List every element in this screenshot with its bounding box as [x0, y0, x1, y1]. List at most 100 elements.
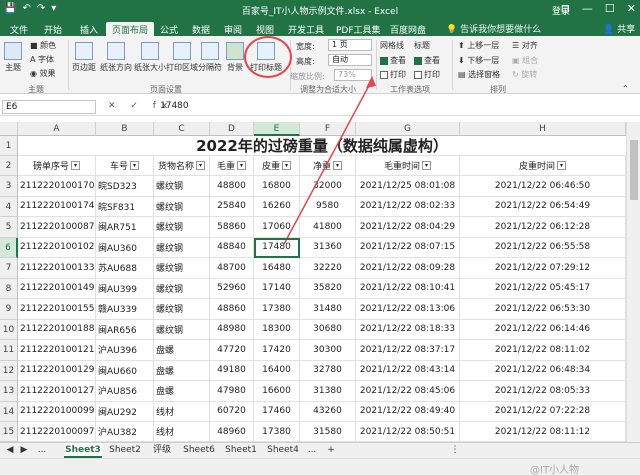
table-cell[interactable]: 17380	[254, 299, 300, 320]
table-cell[interactable]: 螺纹钢	[154, 278, 210, 299]
headings-print-checkbox[interactable]: 打印	[414, 69, 440, 80]
table-cell[interactable]: 皖SF831	[96, 196, 154, 217]
tab-page-layout[interactable]: 页面布局	[106, 22, 155, 36]
table-cell[interactable]: 2112220100127	[18, 381, 96, 402]
filter-dropdown-icon[interactable]: ▾	[130, 161, 139, 170]
column-header-d[interactable]: D	[210, 122, 254, 136]
table-cell[interactable]: 32000	[300, 176, 356, 197]
table-cell[interactable]: 48800	[210, 176, 254, 197]
filter-dropdown-icon[interactable]: ▾	[71, 161, 80, 170]
row-header-9[interactable]: 9	[0, 299, 18, 320]
table-cell[interactable]: 2112220100174	[18, 196, 96, 217]
table-cell[interactable]: 2021/12/22 05:45:17	[460, 278, 626, 299]
table-cell[interactable]: 2112220100097	[18, 422, 96, 442]
row-header-12[interactable]: 12	[0, 360, 18, 381]
table-cell[interactable]: 皖SD323	[96, 176, 154, 197]
filter-dropdown-icon[interactable]: ▾	[333, 161, 342, 170]
prev-sheet-icon[interactable]: ◀	[4, 443, 16, 458]
table-cell[interactable]: 螺纹钢	[154, 237, 210, 258]
header-cell[interactable]: 货物名称 ▾	[154, 156, 210, 176]
table-cell[interactable]: 2021/12/22 06:54:49	[460, 196, 626, 217]
table-cell[interactable]: 赣AU339	[96, 299, 154, 320]
row-header-11[interactable]: 11	[0, 340, 18, 361]
column-header-b[interactable]: B	[96, 122, 154, 136]
orientation-button[interactable]: 纸张方向	[100, 42, 132, 73]
table-cell[interactable]: 2021/12/25 08:01:08	[356, 176, 460, 197]
column-header-h[interactable]: H	[460, 122, 626, 136]
table-cell[interactable]: 2021/12/22 08:05:33	[460, 381, 626, 402]
table-cell[interactable]: 48980	[210, 319, 254, 340]
table-cell[interactable]: 17140	[254, 278, 300, 299]
header-cell[interactable]: 毛重时间 ▾	[356, 156, 460, 176]
table-cell[interactable]: 2021/12/22 06:55:58	[460, 237, 626, 258]
table-cell[interactable]: 60720	[210, 401, 254, 422]
table-cell[interactable]: 2021/12/22 08:45:06	[356, 381, 460, 402]
row-header-3[interactable]: 3	[0, 176, 18, 197]
table-cell[interactable]: 32780	[300, 360, 356, 381]
breaks-button[interactable]: 分隔符	[198, 42, 222, 73]
row-header-10[interactable]: 10	[0, 319, 18, 340]
sheet-tab-rating[interactable]: 评级	[148, 443, 176, 458]
height-dropdown[interactable]: 自动	[328, 54, 372, 66]
row-header-7[interactable]: 7	[0, 258, 18, 279]
table-cell[interactable]: 35820	[300, 278, 356, 299]
table-cell[interactable]: 螺纹钢	[154, 258, 210, 279]
tab-baidu-netdisk[interactable]: 百度网盘	[384, 22, 432, 36]
width-dropdown[interactable]: 1 页	[328, 39, 372, 51]
table-cell[interactable]: 2021/12/22 08:02:33	[356, 196, 460, 217]
background-button[interactable]: 背景	[226, 42, 244, 73]
table-cell[interactable]: 螺纹钢	[154, 196, 210, 217]
sheet-tab-sheet1[interactable]: Sheet1	[222, 443, 260, 458]
table-cell[interactable]: 2021/12/22 08:04:29	[356, 217, 460, 238]
fonts-button[interactable]: A 字体	[30, 54, 54, 65]
column-header-f[interactable]: F	[300, 122, 356, 136]
table-cell[interactable]: 2112220100155	[18, 299, 96, 320]
table-cell[interactable]: 17380	[254, 422, 300, 442]
table-cell[interactable]: 2021/12/22 08:49:40	[356, 401, 460, 422]
align-button[interactable]: ☰ 对齐	[512, 40, 538, 51]
table-cell[interactable]: 32220	[300, 258, 356, 279]
filter-dropdown-icon[interactable]: ▾	[557, 161, 566, 170]
table-cell[interactable]: 2021/12/22 08:43:14	[356, 360, 460, 381]
row-header-8[interactable]: 8	[0, 278, 18, 299]
next-sheet-icon[interactable]: ▶	[18, 443, 30, 458]
table-cell[interactable]: 47720	[210, 340, 254, 361]
add-sheet-icon[interactable]: +	[324, 443, 338, 458]
active-cell[interactable]: 17480	[254, 237, 300, 258]
column-header-c[interactable]: C	[154, 122, 210, 136]
table-cell[interactable]: 沪AU396	[96, 340, 154, 361]
group-button[interactable]: ▣ 组合	[512, 55, 538, 66]
table-cell[interactable]: 48700	[210, 258, 254, 279]
tell-me-search[interactable]: 💡 告诉我你想要做什么	[446, 22, 541, 35]
table-cell[interactable]: 2021/12/22 07:22:28	[460, 401, 626, 422]
minimize-button[interactable]: —	[582, 2, 593, 15]
table-cell[interactable]: 2112220100188	[18, 319, 96, 340]
row-header-6[interactable]: 6	[0, 237, 18, 258]
table-cell[interactable]: 螺纹钢	[154, 176, 210, 197]
table-cell[interactable]: 58860	[210, 217, 254, 238]
size-button[interactable]: 纸张大小	[134, 42, 166, 73]
table-cell[interactable]: 30680	[300, 319, 356, 340]
table-cell[interactable]: 25840	[210, 196, 254, 217]
more-sheets-right[interactable]: ...	[304, 443, 320, 458]
table-cell[interactable]: 2021/12/22 08:50:51	[356, 422, 460, 442]
tab-insert[interactable]: 插入	[74, 22, 104, 36]
column-header-a[interactable]: A	[18, 122, 96, 136]
header-cell[interactable]: 车号 ▾	[96, 156, 154, 176]
table-cell[interactable]: 48840	[210, 237, 254, 258]
close-button[interactable]: ✕	[627, 2, 636, 15]
filter-dropdown-icon[interactable]: ▾	[237, 161, 246, 170]
table-cell[interactable]: 18300	[254, 319, 300, 340]
table-cell[interactable]: 2112220100129	[18, 360, 96, 381]
row-header-13[interactable]: 13	[0, 381, 18, 402]
gridlines-view-checkbox[interactable]: 查看	[380, 55, 406, 66]
table-cell[interactable]: 2021/12/22 08:10:41	[356, 278, 460, 299]
table-cell[interactable]: 2021/12/22 08:37:17	[356, 340, 460, 361]
table-cell[interactable]: 2112220100170	[18, 176, 96, 197]
table-cell[interactable]: 2112220100133	[18, 258, 96, 279]
row-header-14[interactable]: 14	[0, 401, 18, 422]
table-cell[interactable]: 17060	[254, 217, 300, 238]
table-cell[interactable]: 闽AR656	[96, 319, 154, 340]
filter-dropdown-icon[interactable]: ▾	[422, 161, 431, 170]
sheet-tab-sheet4[interactable]: Sheet4	[264, 443, 302, 458]
